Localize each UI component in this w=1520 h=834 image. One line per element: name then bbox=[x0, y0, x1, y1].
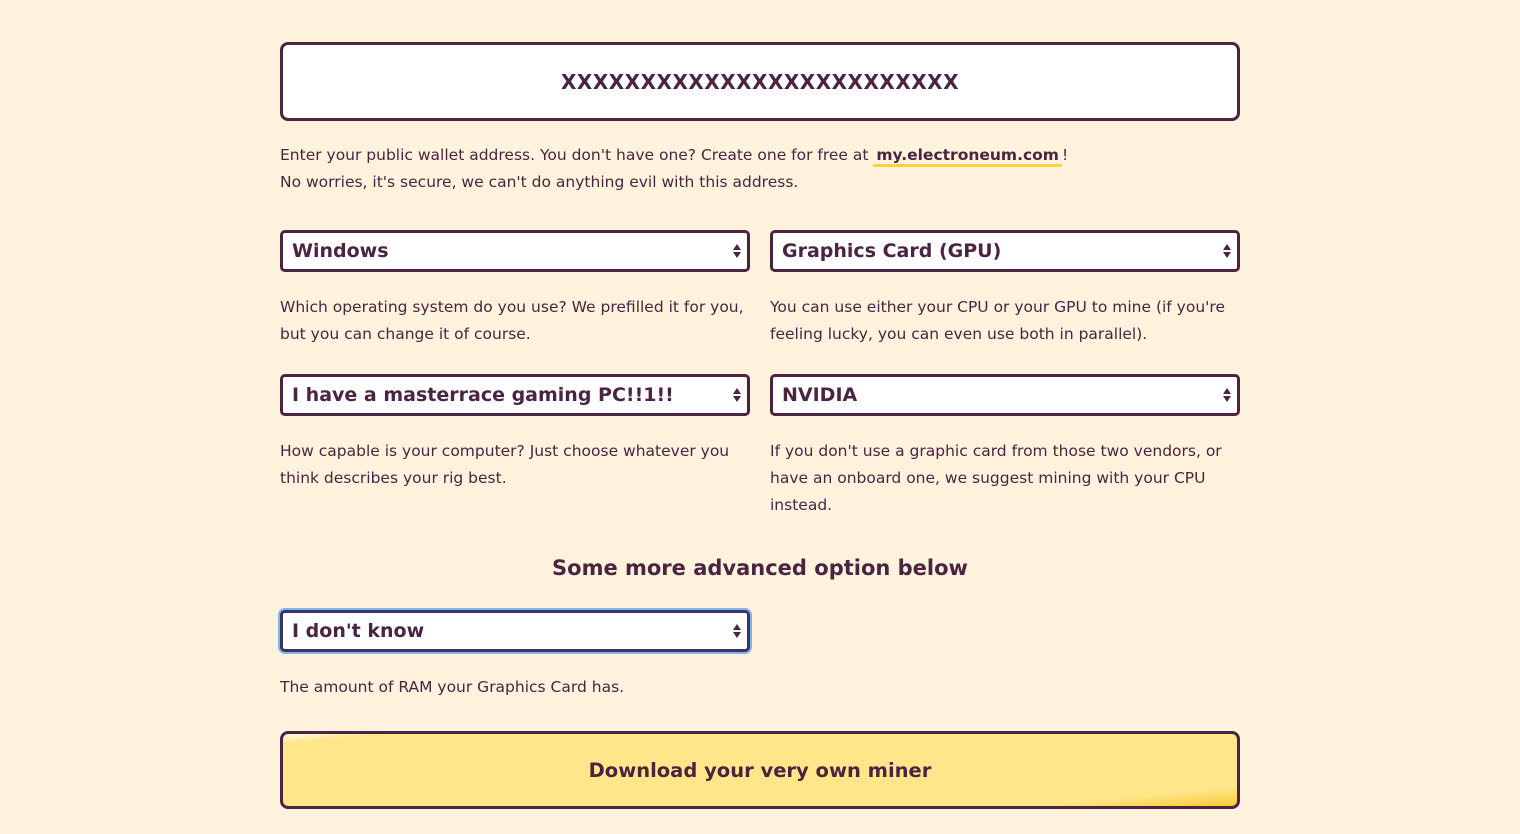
power-select[interactable]: I have a masterrace gaming PC!!1!! bbox=[280, 374, 750, 416]
os-field: Windows Which operating system do you us… bbox=[280, 230, 750, 348]
os-select[interactable]: Windows bbox=[280, 230, 750, 272]
advanced-heading: Some more advanced option below bbox=[552, 556, 968, 580]
wallet-help-line2: No worries, it's secure, we can't do any… bbox=[280, 173, 799, 191]
ram-field: I don't know The amount of RAM your Grap… bbox=[280, 610, 750, 701]
device-help: You can use either your CPU or your GPU … bbox=[770, 298, 1225, 343]
basic-options-row-1: Windows Which operating system do you us… bbox=[280, 230, 1240, 348]
select-arrows-icon bbox=[733, 244, 741, 258]
select-arrows-icon bbox=[733, 388, 741, 402]
ram-help: The amount of RAM your Graphics Card has… bbox=[280, 678, 625, 696]
wallet-help-text: Enter your public wallet address. You do… bbox=[280, 146, 874, 164]
ram-select[interactable]: I don't know bbox=[280, 610, 750, 652]
select-arrows-icon bbox=[733, 624, 741, 638]
wallet-help-suffix: ! bbox=[1061, 146, 1069, 164]
basic-options-row-2: I have a masterrace gaming PC!!1!! How c… bbox=[280, 374, 1240, 519]
vendor-select-value: NVIDIA bbox=[782, 384, 858, 406]
ram-select-value: I don't know bbox=[292, 620, 425, 642]
miner-form: Enter your public wallet address. You do… bbox=[280, 42, 1240, 809]
vendor-field: NVIDIA If you don't use a graphic card f… bbox=[770, 374, 1240, 519]
device-field: Graphics Card (GPU) You can use either y… bbox=[770, 230, 1240, 348]
select-arrows-icon bbox=[1223, 388, 1231, 402]
vendor-select[interactable]: NVIDIA bbox=[770, 374, 1240, 416]
device-select-value: Graphics Card (GPU) bbox=[782, 240, 1002, 262]
power-help: How capable is your computer? Just choos… bbox=[280, 442, 730, 487]
device-select[interactable]: Graphics Card (GPU) bbox=[770, 230, 1240, 272]
power-field: I have a masterrace gaming PC!!1!! How c… bbox=[280, 374, 750, 519]
power-select-value: I have a masterrace gaming PC!!1!! bbox=[292, 384, 674, 406]
os-select-value: Windows bbox=[292, 240, 389, 262]
vendor-help: If you don't use a graphic card from tho… bbox=[770, 442, 1222, 514]
wallet-address-input[interactable] bbox=[283, 68, 1237, 95]
os-help: Which operating system do you use? We pr… bbox=[280, 298, 744, 343]
wallet-address-field[interactable] bbox=[280, 42, 1240, 121]
wallet-help: Enter your public wallet address. You do… bbox=[280, 142, 1240, 196]
download-miner-button[interactable]: Download your very own miner bbox=[280, 731, 1240, 809]
electroneum-link[interactable]: my.electroneum.com bbox=[873, 146, 1062, 167]
select-arrows-icon bbox=[1223, 244, 1231, 258]
